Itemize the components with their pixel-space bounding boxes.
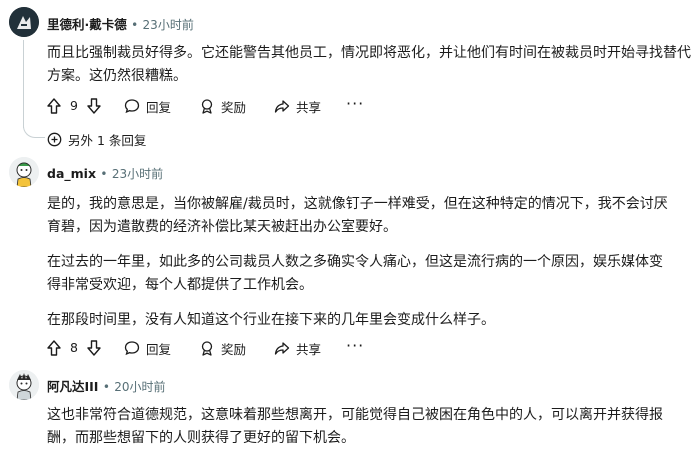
comment-actions: 8 回复 奖励 共享 ··· — [47, 336, 447, 358]
plus-circle-icon — [47, 132, 62, 147]
comment-author[interactable]: 阿凡达III • 20小时前 — [47, 376, 166, 395]
separator-dot: • — [131, 18, 139, 32]
vote-count: 9 — [70, 98, 78, 113]
reply-button[interactable]: 回复 — [124, 338, 171, 358]
share-icon — [274, 342, 290, 355]
reply-label: 回复 — [146, 99, 172, 115]
award-icon — [201, 99, 213, 114]
author-name[interactable]: 阿凡达III — [47, 379, 98, 394]
author-name[interactable]: da_mix — [47, 166, 96, 181]
comment-timestamp[interactable]: 23小时前 — [112, 167, 163, 181]
more-options-icon[interactable]: ··· — [346, 336, 364, 355]
comment-timestamp[interactable]: 23小时前 — [143, 18, 194, 32]
comment-paragraph: 而且比强制裁员好得多。它还能警告其他员工，情况即将恶化，并让他们有时间在被裁员时… — [47, 45, 691, 84]
comment-paragraph: 这也非常符合道德规范，这意味着那些想离开，可能觉得自己被困在角色中的人，可以离开… — [47, 407, 663, 446]
award-button[interactable]: 奖励 — [199, 338, 246, 358]
separator-dot: • — [102, 380, 110, 394]
comment-actions: 9 回复 奖励 共享 ··· — [47, 94, 447, 116]
comment-body: 而且比强制裁员好得多。它还能警告其他员工，情况即将恶化，并让他们有时间在被裁员时… — [47, 42, 692, 88]
reply-label: 回复 — [146, 341, 172, 357]
award-icon — [201, 341, 213, 356]
comment-bubble-icon — [124, 341, 140, 356]
comment-timestamp[interactable]: 20小时前 — [114, 380, 165, 394]
upvote-button[interactable] — [47, 338, 61, 358]
thread-line-curve — [23, 118, 45, 138]
award-label: 奖励 — [221, 99, 247, 115]
share-button[interactable]: 共享 — [274, 338, 321, 358]
downvote-icon — [87, 98, 101, 114]
award-button[interactable]: 奖励 — [199, 96, 246, 116]
award-label: 奖励 — [221, 341, 247, 357]
comment-paragraph: 是的，我的意思是，当你被解雇/裁员时，这就像钉子一样难受，但在这种特定的情况下，… — [47, 196, 668, 235]
avatar[interactable] — [9, 370, 39, 400]
author-name[interactable]: 里德利·戴卡德 — [47, 17, 127, 32]
comment-body: 这也非常符合道德规范，这意味着那些想离开，可能觉得自己被困在角色中的人，可以离开… — [47, 404, 687, 450]
comment-paragraph: 在那段时间里，没有人知道这个行业在接下来的几年里会变成什么样子。 — [47, 312, 495, 328]
share-label: 共享 — [296, 341, 322, 357]
comment-author[interactable]: da_mix • 23小时前 — [47, 165, 163, 182]
vote-count: 8 — [70, 340, 78, 355]
comment-bubble-icon — [124, 99, 140, 114]
upvote-button[interactable] — [47, 96, 61, 116]
comment-author[interactable]: 里德利·戴卡德 • 23小时前 — [47, 14, 194, 33]
share-icon — [274, 100, 290, 113]
downvote-button[interactable] — [87, 338, 101, 358]
reply-button[interactable]: 回复 — [124, 96, 171, 116]
comment-paragraph: 在过去的一年里，如此多的公司裁员人数之多确实令人痛心，但这是流行病的一个原因，娱… — [47, 254, 663, 293]
more-replies-button[interactable]: 另外 1 条回复 — [47, 130, 146, 149]
comment-body: 是的，我的意思是，当你被解雇/裁员时，这就像钉子一样难受，但在这种特定的情况下，… — [47, 193, 672, 332]
upvote-icon — [47, 340, 61, 356]
thread-line — [23, 40, 24, 128]
more-replies-label: 另外 1 条回复 — [68, 133, 147, 148]
share-button[interactable]: 共享 — [274, 96, 321, 116]
avatar[interactable] — [9, 157, 39, 187]
share-label: 共享 — [296, 99, 322, 115]
avatar[interactable] — [9, 7, 39, 37]
more-options-icon[interactable]: ··· — [346, 94, 364, 113]
downvote-icon — [87, 340, 101, 356]
separator-dot: • — [100, 167, 108, 181]
upvote-icon — [47, 98, 61, 114]
downvote-button[interactable] — [87, 96, 101, 116]
